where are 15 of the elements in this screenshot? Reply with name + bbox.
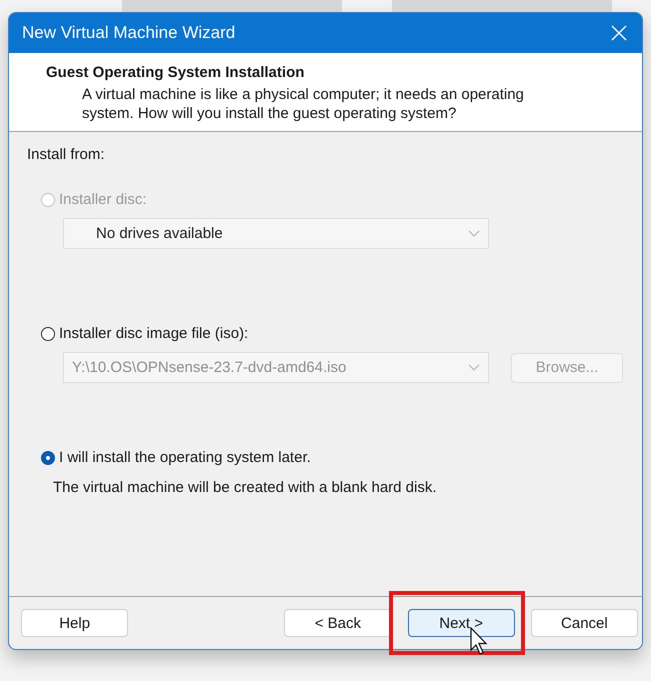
window-title: New Virtual Machine Wizard <box>22 23 236 43</box>
chevron-down-icon <box>468 364 480 372</box>
option-note: The virtual machine will be created with a blank hard disk. <box>53 479 438 496</box>
section-label: Install from: <box>27 146 106 163</box>
option-radio[interactable]: Installer disc image file (iso): <box>41 325 248 342</box>
header-description: A virtual machine is like a physical computer; it needs an operating system. How will you install the guest operating system? <box>82 85 525 123</box>
header-title: Guest Operating System Installation <box>46 64 306 81</box>
dialog-button[interactable]: < Back <box>284 609 392 637</box>
mouse-pointer-icon <box>470 627 488 655</box>
dialog-button[interactable]: Help <box>21 609 128 637</box>
dialog-button[interactable]: Next > <box>408 609 515 637</box>
chevron-down-icon <box>468 230 480 238</box>
option-radio[interactable]: I will install the operating system later. <box>41 449 311 466</box>
close-icon <box>611 25 627 41</box>
dialog-button[interactable]: Cancel <box>530 609 638 637</box>
